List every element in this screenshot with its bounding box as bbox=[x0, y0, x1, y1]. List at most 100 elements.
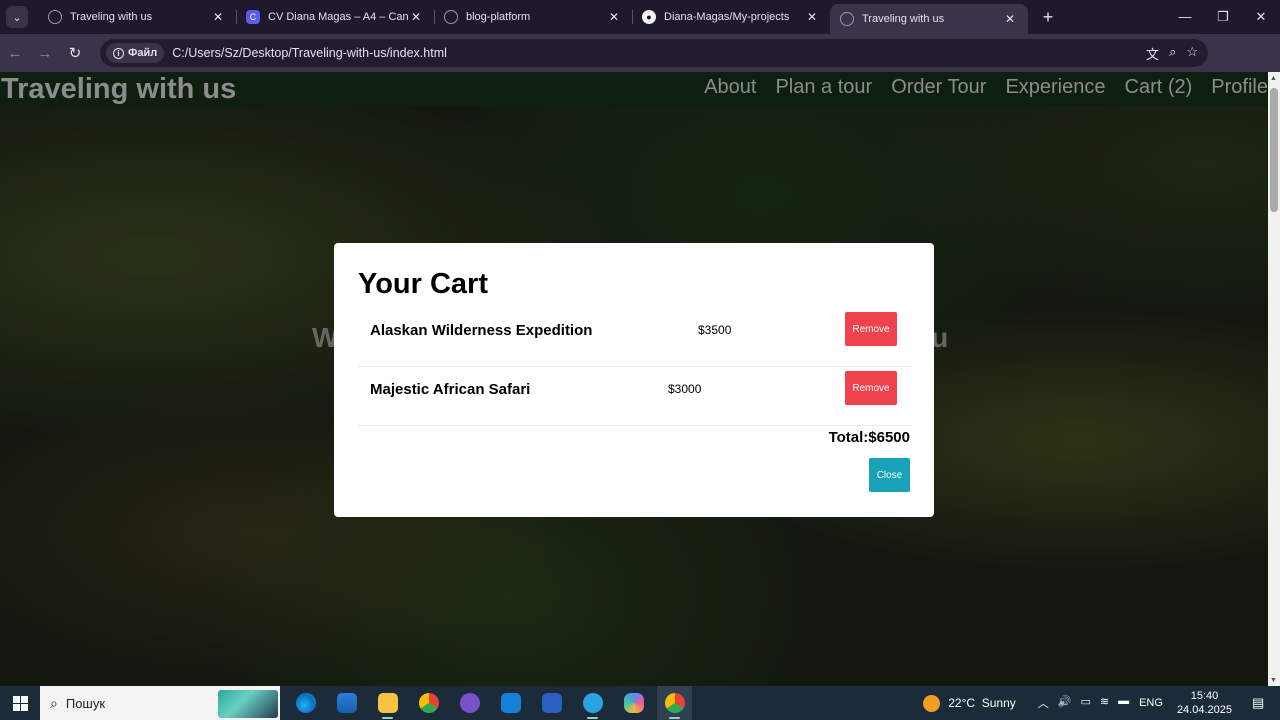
temperature: 22°C bbox=[948, 696, 976, 710]
new-tab-button[interactable]: + bbox=[1036, 7, 1060, 28]
browser-tab[interactable]: C CV Diana Magas – A4 – Canva ✕ bbox=[236, 0, 435, 34]
search-icon: ⌕ bbox=[50, 694, 58, 711]
windows-logo-icon bbox=[12, 695, 28, 711]
browser-tab[interactable]: Traveling with us ✕ bbox=[38, 0, 237, 34]
sun-weather-icon[interactable] bbox=[923, 694, 941, 712]
address-bar-actions: 文 ⌕ ☆ bbox=[1146, 44, 1198, 63]
globe-icon bbox=[840, 12, 854, 26]
windows-taskbar: ⌕ Пошук 22°C Sunny ︿ 🔊 ▭ ≋ ▬ ENG 15:40 2… bbox=[0, 686, 1280, 720]
chevron-up-icon[interactable]: ︿ bbox=[1038, 695, 1049, 711]
remove-item-button[interactable]: Remove bbox=[845, 312, 897, 346]
chrome-app-icon[interactable] bbox=[411, 686, 446, 720]
info-icon: i bbox=[113, 47, 124, 59]
globe-icon bbox=[48, 10, 62, 24]
reload-icon[interactable]: ↻ bbox=[60, 44, 90, 62]
device-icon[interactable]: ▭ bbox=[1080, 695, 1090, 711]
close-tab-icon[interactable]: ✕ bbox=[1002, 12, 1018, 26]
tab-title: CV Diana Magas – A4 – Canva bbox=[268, 11, 408, 23]
system-tray: 22°C Sunny ︿ 🔊 ▭ ≋ ▬ ENG 15:40 24.04.202… bbox=[923, 686, 1280, 720]
scrollbar-thumb[interactable] bbox=[1270, 88, 1278, 212]
scroll-down-arrow-icon[interactable]: ▼ bbox=[1270, 677, 1277, 684]
maximize-icon[interactable]: ❐ bbox=[1204, 0, 1242, 34]
notification-icon[interactable]: ▤ bbox=[1252, 695, 1272, 711]
tab-title: Diana-Magas/My-projects bbox=[664, 11, 790, 23]
taskbar-apps bbox=[288, 686, 692, 720]
cart-title: Your Cart bbox=[358, 268, 488, 300]
cart-item-name: Alaskan Wilderness Expedition bbox=[370, 322, 593, 339]
cart-item: Alaskan Wilderness Expedition $3500 Remo… bbox=[358, 308, 910, 367]
wifi-icon[interactable]: ≋ bbox=[1100, 695, 1109, 711]
back-arrow-icon[interactable]: ← bbox=[0, 45, 30, 62]
cart-item: Majestic African Safari $3000 Remove bbox=[358, 367, 910, 426]
file-explorer-app-icon[interactable] bbox=[370, 686, 405, 720]
running-indicator bbox=[587, 717, 598, 719]
zoom-icon[interactable]: ⌕ bbox=[1169, 44, 1176, 63]
site-info-chip[interactable]: i Файл bbox=[106, 43, 165, 63]
close-tab-icon[interactable]: ✕ bbox=[606, 10, 622, 24]
telegram-app-icon[interactable] bbox=[575, 686, 610, 720]
clock-date: 24.04.2025 bbox=[1176, 704, 1232, 716]
nav-experience[interactable]: Experience bbox=[1005, 76, 1105, 99]
close-window-icon[interactable]: ✕ bbox=[1242, 0, 1280, 34]
cart-item-price: $3500 bbox=[698, 323, 732, 337]
browser-tab-active[interactable]: Traveling with us ✕ bbox=[830, 4, 1028, 34]
site-logo[interactable]: Traveling with us bbox=[1, 73, 236, 106]
browser-tab[interactable]: blog-platform ✕ bbox=[434, 0, 633, 34]
cart-total: Total:$6500 bbox=[828, 429, 910, 446]
nav-cart[interactable]: Cart (2) bbox=[1125, 76, 1193, 99]
clock-time: 15:40 bbox=[1190, 690, 1219, 702]
window-controls: — ❐ ✕ bbox=[1166, 0, 1280, 34]
page-scrollbar[interactable]: ▲ ▼ bbox=[1268, 72, 1280, 686]
word-app-icon[interactable] bbox=[534, 686, 569, 720]
outlook-app-icon[interactable] bbox=[493, 686, 528, 720]
tray-icons: ︿ 🔊 ▭ ≋ ▬ bbox=[1038, 695, 1129, 711]
copilot-app-icon[interactable] bbox=[616, 686, 651, 720]
battery-icon[interactable]: ▬ bbox=[1118, 695, 1129, 711]
edge-app-icon[interactable] bbox=[288, 686, 323, 720]
translate-icon[interactable]: 文 bbox=[1146, 44, 1159, 63]
cart-item-name: Majestic African Safari bbox=[370, 381, 531, 398]
viber-app-icon[interactable] bbox=[452, 686, 487, 720]
close-cart-button[interactable]: Close bbox=[869, 458, 910, 492]
nav-about[interactable]: About bbox=[704, 76, 756, 99]
close-tab-icon[interactable]: ✕ bbox=[210, 10, 226, 24]
tab-title: Traveling with us bbox=[862, 13, 945, 25]
nav-profile[interactable]: Profile bbox=[1211, 76, 1268, 99]
cart-item-price: $3000 bbox=[668, 382, 702, 396]
tab-search-button[interactable]: ⌄ bbox=[6, 6, 28, 28]
cart-modal: Your Cart Alaskan Wilderness Expedition … bbox=[334, 243, 934, 517]
clock[interactable]: 15:40 24.04.2025 bbox=[1177, 689, 1232, 717]
browser-tab-strip: ⌄ Traveling with us ✕ C CV Diana Magas –… bbox=[0, 0, 1280, 34]
forward-arrow-icon[interactable]: → bbox=[30, 45, 60, 62]
taskbar-search-placeholder: Пошук bbox=[65, 695, 106, 711]
canva-icon: C bbox=[246, 10, 260, 24]
microsoft-store-app-icon[interactable] bbox=[329, 686, 364, 720]
search-highlight-image bbox=[218, 690, 278, 718]
language-indicator[interactable]: ENG bbox=[1139, 697, 1163, 709]
running-indicator bbox=[382, 717, 393, 719]
windows-start-button[interactable] bbox=[0, 695, 40, 711]
remove-item-button[interactable]: Remove bbox=[845, 371, 897, 405]
bookmark-star-icon[interactable]: ☆ bbox=[1186, 44, 1198, 63]
running-indicator bbox=[669, 717, 680, 719]
tab-title: Traveling with us bbox=[70, 11, 153, 23]
taskbar-search[interactable]: ⌕ Пошук bbox=[40, 686, 280, 720]
nav-plan-a-tour[interactable]: Plan a tour bbox=[775, 76, 872, 99]
chrome-active-app-icon[interactable] bbox=[657, 686, 692, 720]
browser-tab[interactable]: ● Diana-Magas/My-projects ✕ bbox=[632, 0, 830, 34]
site-header: Traveling with us About Plan a tour Orde… bbox=[0, 72, 1268, 106]
globe-icon bbox=[444, 10, 458, 24]
weather-condition: Sunny bbox=[981, 696, 1016, 710]
address-bar[interactable]: i Файл C:/Users/Sz/Desktop/Traveling-wit… bbox=[100, 39, 1208, 67]
nav-order-tour[interactable]: Order Tour bbox=[891, 76, 986, 99]
browser-toolbar: ← → ↻ i Файл C:/Users/Sz/Desktop/Traveli… bbox=[0, 34, 1280, 97]
weather-widget[interactable]: 22°C Sunny bbox=[948, 696, 1016, 710]
url-text[interactable]: C:/Users/Sz/Desktop/Traveling-with-us/in… bbox=[172, 46, 447, 60]
site-nav: About Plan a tour Order Tour Experience … bbox=[704, 76, 1268, 99]
site-info-label: Файл bbox=[128, 47, 158, 59]
close-tab-icon[interactable]: ✕ bbox=[408, 10, 424, 24]
close-tab-icon[interactable]: ✕ bbox=[804, 10, 820, 24]
scroll-up-arrow-icon[interactable]: ▲ bbox=[1270, 75, 1277, 82]
minimize-icon[interactable]: — bbox=[1166, 0, 1204, 34]
volume-icon[interactable]: 🔊 bbox=[1058, 695, 1072, 711]
